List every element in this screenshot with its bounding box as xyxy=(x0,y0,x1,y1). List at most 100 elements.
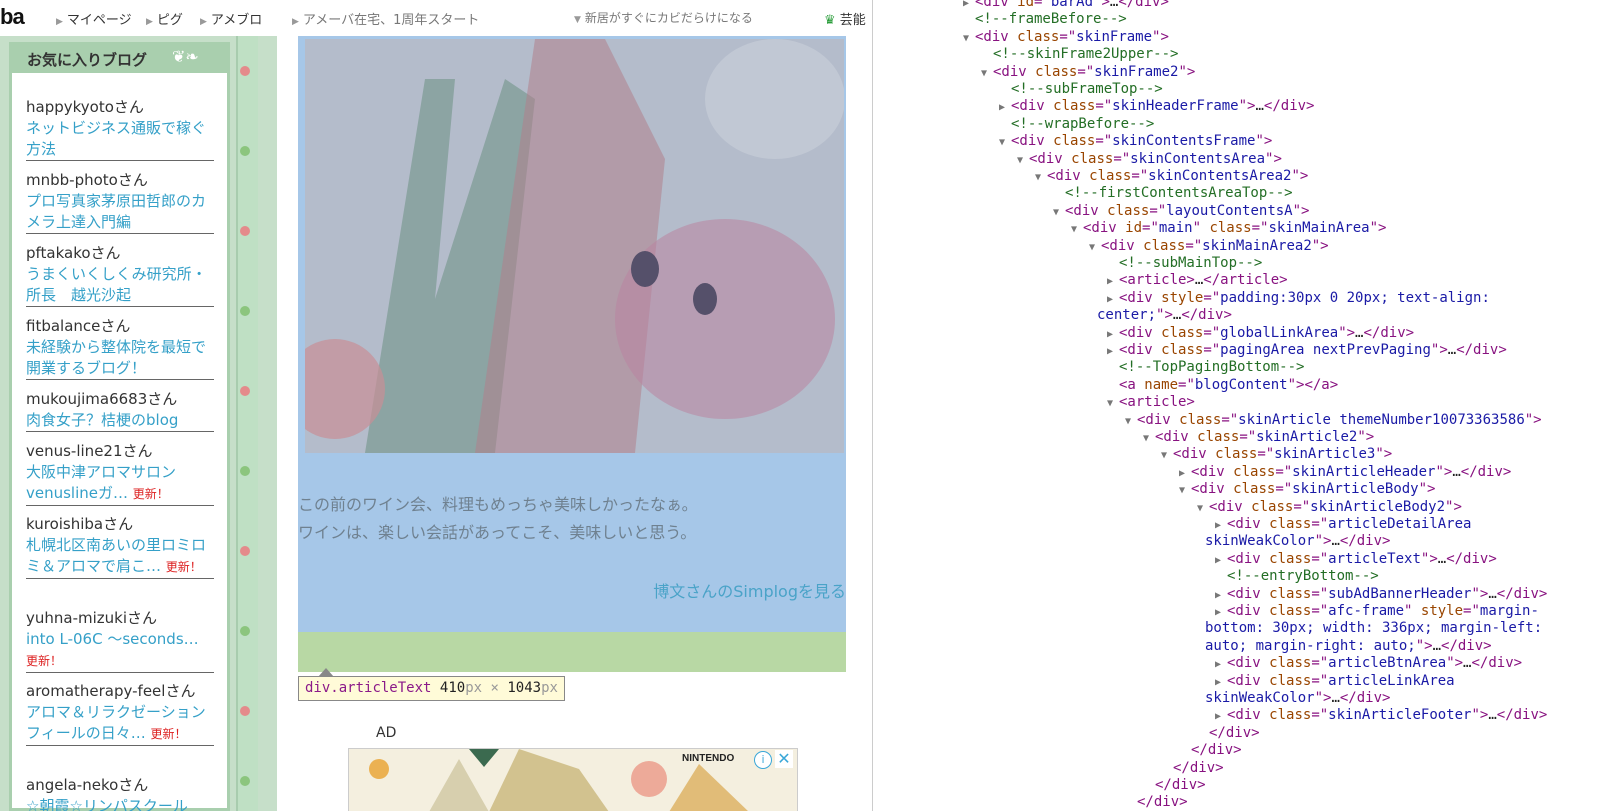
ad-close-icon[interactable]: ✕ xyxy=(775,750,793,768)
collapse-triangle-icon[interactable]: ▶ xyxy=(1215,708,1227,725)
collapse-triangle-icon[interactable]: ▶ xyxy=(1107,291,1119,308)
expand-triangle-icon[interactable]: ▼ xyxy=(1179,482,1191,499)
collapse-triangle-icon[interactable]: ▶ xyxy=(1215,587,1227,604)
expand-triangle-icon[interactable]: ▼ xyxy=(1053,204,1065,221)
simplog-link[interactable]: 博文さんのSimplogを見る xyxy=(653,578,846,602)
blog-user-name[interactable]: venus-line21さん xyxy=(26,441,214,462)
collapse-triangle-icon[interactable]: ▶ xyxy=(1215,674,1227,691)
dom-token: articleText xyxy=(1328,550,1421,567)
news-ticker-1[interactable]: ▶ アメーバ在宅、1周年スタート xyxy=(292,9,479,28)
collapse-triangle-icon[interactable]: ▶ xyxy=(999,99,1011,116)
favorite-blog-item[interactable]: aromatherapy-feelさん アロマ＆リラクゼーション フィールの日々…… xyxy=(26,681,214,746)
nav-link-pigg[interactable]: ▶ ピグ xyxy=(146,9,183,28)
dom-token: </div> xyxy=(1118,0,1169,10)
expand-triangle-icon[interactable]: ▼ xyxy=(1035,169,1047,186)
dom-token: skinArticle themeNumber10073363586 xyxy=(1238,411,1525,428)
ornament-icon: ❦❧ xyxy=(172,47,199,66)
dom-token: =" xyxy=(1203,342,1221,358)
favorite-blog-item[interactable]: yuhna-mizukiさん into L-06C ～seconds… 更新！ xyxy=(26,608,214,673)
collapse-triangle-icon[interactable]: ▶ xyxy=(1107,326,1119,343)
dom-token: =" xyxy=(1311,672,1329,689)
top-navigation-bar: ba ▶ マイページ ▶ ピグ ▶ アメブロ ▶ アメーバ在宅、1周年スタート ▼ 新居が… xyxy=(0,0,872,36)
expand-triangle-icon[interactable]: ▼ xyxy=(1107,395,1119,412)
dom-token: =" xyxy=(1311,603,1329,619)
collapse-triangle-icon[interactable]: ▶ xyxy=(1215,517,1227,534)
expand-triangle-icon[interactable]: ▼ xyxy=(999,134,1011,151)
favorite-blog-item[interactable]: fitbalanceさん 未経験から整体院を最短で開業するブログ！ xyxy=(26,316,214,380)
blog-user-name[interactable]: happykyotoさん xyxy=(26,97,214,118)
dom-token: … xyxy=(1255,98,1264,115)
ameba-logo[interactable]: ba xyxy=(0,4,25,30)
dom-token: <!--TopPagingBottom--> xyxy=(1119,359,1305,376)
expand-triangle-icon[interactable]: ▼ xyxy=(963,30,975,47)
expand-triangle-icon[interactable]: ▼ xyxy=(1017,152,1029,169)
expand-triangle-icon[interactable]: ▼ xyxy=(1089,239,1101,256)
blog-user-name[interactable]: aromatherapy-feelさん xyxy=(26,681,214,702)
news-ticker-3[interactable]: ♛ 芸能 xyxy=(824,9,866,28)
dom-token: =" xyxy=(1257,446,1275,463)
expand-triangle-icon[interactable]: ▼ xyxy=(981,65,993,82)
blog-user-name[interactable]: fitbalanceさん xyxy=(26,316,214,337)
expand-triangle-icon[interactable]: ▼ xyxy=(1197,500,1209,517)
dom-token: "> xyxy=(1156,307,1173,324)
tooltip-class: .articleText xyxy=(330,680,432,696)
blog-title-link[interactable]: into L-06C ～seconds… 更新！ xyxy=(26,629,214,672)
collapse-triangle-icon[interactable]: ▶ xyxy=(1215,656,1227,673)
dom-token: =" xyxy=(1311,585,1329,602)
blog-title-link[interactable]: アロマ＆リラクゼーション フィールの日々… 更新！ xyxy=(26,702,214,745)
blog-user-name[interactable]: mukoujima6683さん xyxy=(26,389,214,410)
blog-title-link[interactable]: 大阪中津アロマサロンvenuslineガ… 更新！ xyxy=(26,462,214,505)
blog-title-link[interactable]: プロ写真家茅原田哲郎のカメラ上達入門編 xyxy=(26,191,214,233)
tooltip-tag: div xyxy=(305,680,331,696)
expand-triangle-icon[interactable]: ▼ xyxy=(1161,447,1173,464)
blog-title-link[interactable]: ネットビジネス通販で稼ぐ方法 xyxy=(26,118,214,160)
dom-token: "> xyxy=(1265,150,1282,167)
dom-token: <div xyxy=(1155,429,1198,445)
dom-token: class xyxy=(1233,481,1276,498)
blog-user-name[interactable]: yuhna-mizukiさん xyxy=(26,608,214,629)
dom-token: barAd xyxy=(1050,0,1094,10)
nav-link-mypage[interactable]: ▶ マイページ xyxy=(56,9,132,28)
ad-info-icon[interactable]: i xyxy=(754,751,772,769)
expand-triangle-icon[interactable]: ▼ xyxy=(1071,221,1083,238)
blog-user-name[interactable]: kuroishibaさん xyxy=(26,514,214,535)
dom-token: =" xyxy=(1149,202,1167,219)
dom-token: " xyxy=(1404,603,1421,619)
collapse-triangle-icon[interactable]: ▶ xyxy=(1179,465,1191,482)
favorite-blog-item[interactable]: angela-nekoさん ☆朝霞☆リンパスクール xyxy=(26,775,214,811)
expand-triangle-icon[interactable]: ▼ xyxy=(1143,430,1155,447)
flower-decoration xyxy=(240,306,250,316)
expand-triangle-icon[interactable]: ▼ xyxy=(1125,413,1137,430)
dom-token: =" xyxy=(1095,133,1113,150)
ad-label: AD xyxy=(376,725,397,741)
blog-title-link[interactable]: ☆朝霞☆リンパスクール xyxy=(26,796,214,811)
blog-user-name[interactable]: mnbb-photoさん xyxy=(26,170,214,191)
dom-token: "> xyxy=(1471,585,1489,602)
collapse-triangle-icon[interactable]: ▶ xyxy=(963,0,975,12)
favorite-blog-item[interactable]: mukoujima6683さん 肉食女子？桔梗のblog xyxy=(26,389,214,432)
collapse-triangle-icon[interactable]: ▶ xyxy=(1215,604,1227,621)
dom-token: articleBtnArea xyxy=(1328,655,1447,672)
blog-title-link[interactable]: うまくいくしくみ研究所・所長 越光沙起 xyxy=(26,264,214,306)
favorite-blog-item[interactable]: pftakakoさん うまくいくしくみ研究所・所長 越光沙起 xyxy=(26,243,214,307)
news-ticker-2[interactable]: ▼ 新居がすぐにカビだらけになる xyxy=(574,9,753,26)
ad-banner[interactable]: NINTENDO i ✕ xyxy=(348,748,798,811)
blog-user-name[interactable]: pftakakoさん xyxy=(26,243,214,264)
devtools-elements-panel[interactable]: ▶ <div id="barAd">…</div> <!--frameBefore-… xyxy=(872,0,1600,811)
nav-link-ameblo[interactable]: ▶ アメブロ xyxy=(200,9,262,28)
blog-title-link[interactable]: 札幌北区南あいの里ロミロミ＆アロマで肩こ… 更新！ xyxy=(26,535,214,578)
dom-token: <div xyxy=(1137,411,1180,428)
dom-token: </div> xyxy=(1496,707,1548,724)
dom-token: class xyxy=(1197,429,1240,445)
collapse-triangle-icon[interactable]: ▶ xyxy=(1107,273,1119,290)
favorite-blog-item[interactable]: venus-line21さん 大阪中津アロマサロンvenuslineガ… 更新！ xyxy=(26,441,214,506)
favorite-blog-item[interactable]: kuroishibaさん 札幌北区南あいの里ロミロミ＆アロマで肩こ… 更新！ xyxy=(26,514,214,579)
collapse-triangle-icon[interactable]: ▶ xyxy=(1107,343,1119,360)
blog-title-link[interactable]: 肉食女子？桔梗のblog xyxy=(26,410,214,431)
blog-title-link[interactable]: 未経験から整体院を最短で開業するブログ！ xyxy=(26,337,214,379)
blog-user-name[interactable]: angela-nekoさん xyxy=(26,775,214,796)
dom-token: <div xyxy=(1227,603,1270,619)
collapse-triangle-icon[interactable]: ▶ xyxy=(1215,552,1227,569)
favorite-blog-item[interactable]: happykyotoさん ネットビジネス通販で稼ぐ方法 xyxy=(26,97,214,161)
favorite-blog-item[interactable]: mnbb-photoさん プロ写真家茅原田哲郎のカメラ上達入門編 xyxy=(26,170,214,234)
